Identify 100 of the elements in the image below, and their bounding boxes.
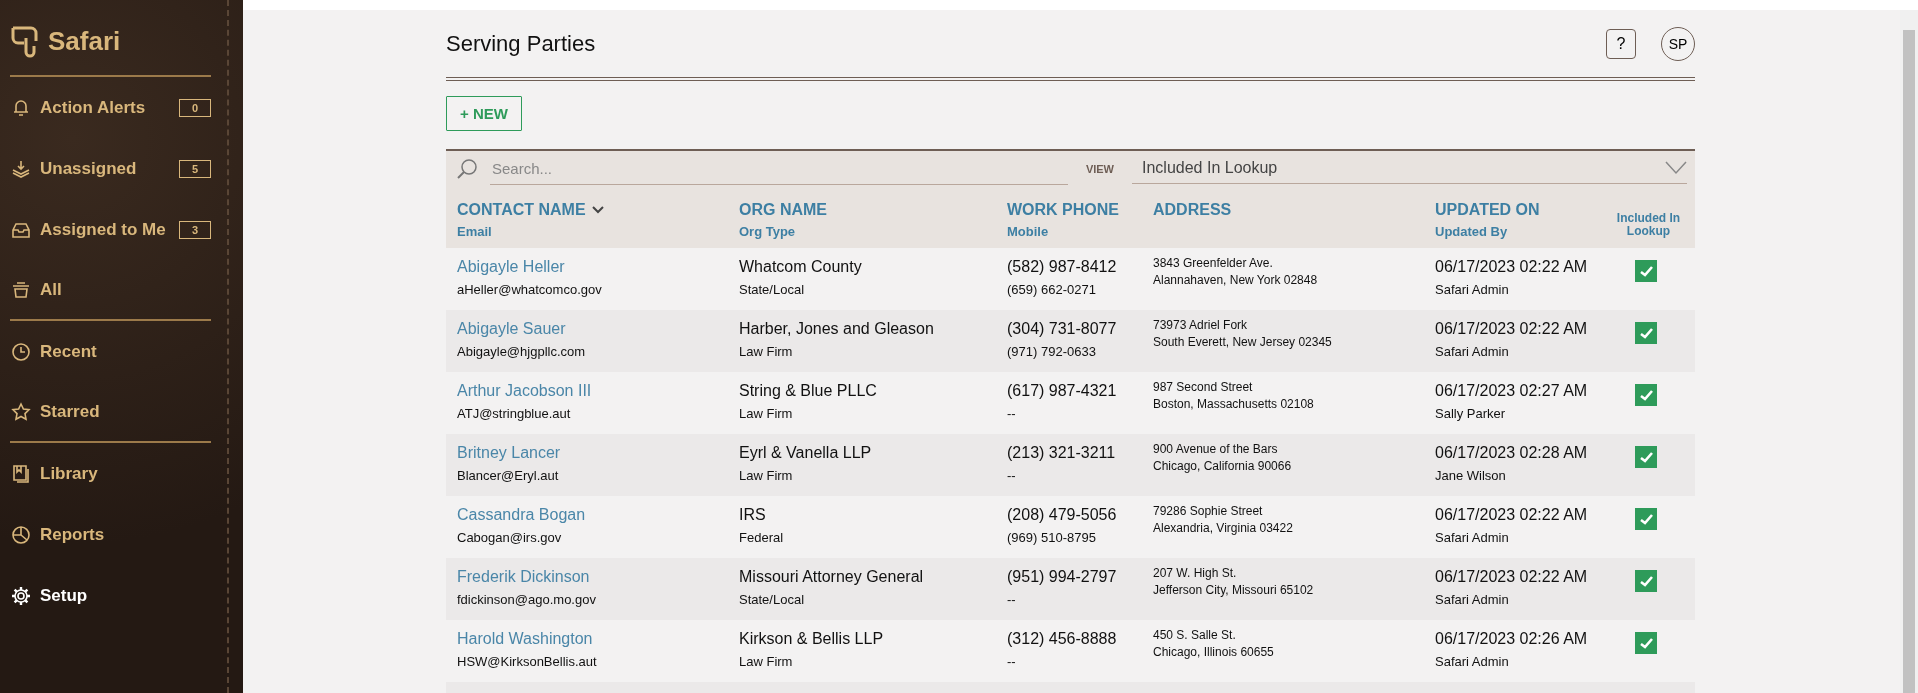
mobile-text: (971) 792-0633	[1007, 344, 1097, 359]
checkmark-icon	[1639, 451, 1653, 463]
column-subtitle: Updated By	[1435, 224, 1509, 239]
column-subtitle: Mobile	[1007, 224, 1050, 239]
sidebar-item[interactable]: Unassigned 5	[10, 138, 211, 199]
column-title: Included In Lookup	[1615, 212, 1682, 238]
column-subtitle: Email	[457, 224, 493, 239]
contact-name-link[interactable]: Abigayle Heller	[457, 258, 728, 276]
column-title: ORG NAME	[739, 201, 828, 219]
checkbox[interactable]	[1635, 322, 1657, 344]
email-text: Blancer@Eryl.aut	[457, 468, 560, 483]
checkbox[interactable]	[1635, 260, 1657, 282]
column-title: CONTACT NAME	[457, 201, 586, 219]
org-name-text: Kirkson & Bellis LLP	[739, 630, 885, 648]
org-type-text: State/Local	[739, 282, 806, 297]
address-line: Alexandria, Virginia 03422	[1153, 521, 1294, 535]
updated-date-text: 06/17/2023 02:26 AM	[1435, 630, 1589, 648]
checkbox[interactable]	[1635, 632, 1657, 654]
logo-text: Safari	[48, 25, 121, 57]
updated-date-text: 06/17/2023 02:22 AM	[1435, 568, 1589, 586]
checkmark-icon	[1639, 265, 1653, 277]
mobile-text: --	[1007, 468, 1017, 483]
contact-name-link[interactable]: Harold Washington	[457, 630, 728, 648]
email-text: Abigayle@hjgpllc.com	[457, 344, 587, 359]
checkbox[interactable]	[1635, 570, 1657, 592]
org-name-text: IRS	[739, 506, 767, 524]
checkbox[interactable]	[1635, 508, 1657, 530]
org-name-text: Missouri Attorney General	[739, 568, 925, 586]
sidebar-item[interactable]: Action Alerts 0	[10, 77, 211, 138]
contact-name-link[interactable]: Britney Lancer	[457, 444, 728, 462]
email-text: fdickinson@ago.mo.gov	[457, 592, 597, 607]
email-text: HSW@KirksonBellis.aut	[457, 654, 598, 669]
search-field[interactable]: Search...	[490, 152, 1068, 185]
mobile-text: --	[1007, 406, 1017, 421]
column-title: ADDRESS	[1153, 201, 1233, 219]
phone-text: (617) 987-4321	[1007, 382, 1118, 400]
sidebar-item[interactable]: Setup	[10, 565, 211, 626]
email-text: aHeller@whatcomco.gov	[457, 282, 603, 297]
page-title: Serving Parties	[446, 30, 597, 57]
phone-text: (304) 731-8077	[1007, 320, 1118, 338]
count-badge: 3	[179, 220, 211, 239]
column-header[interactable]: CONTACT NAME Email	[446, 186, 728, 248]
column-subtitle: Org Type	[739, 224, 797, 239]
contact-name-link[interactable]: Arthur Jacobson III	[457, 382, 728, 400]
updated-date-text: 06/17/2023 02:28 AM	[1435, 444, 1589, 462]
address-line: 73973 Adriel Fork	[1153, 318, 1249, 332]
address-line: 987 Second Street	[1153, 380, 1254, 394]
column-header[interactable]: WORK PHONE Mobile	[996, 186, 1142, 248]
nav-icon	[10, 584, 32, 607]
phone-text: (582) 987-8412	[1007, 258, 1118, 276]
updated-by-text: Sally Parker	[1435, 406, 1507, 421]
updated-date-text: 06/17/2023 02:27 AM	[1435, 382, 1589, 400]
org-type-text: Law Firm	[739, 406, 794, 421]
contact-name-link[interactable]: Cassandra Bogan	[457, 506, 728, 524]
search-icon	[456, 157, 478, 180]
column-header[interactable]: UPDATED ON Updated By	[1424, 186, 1602, 248]
updated-by-text: Safari Admin	[1435, 654, 1510, 669]
updated-date-text: 06/17/2023 02:22 AM	[1435, 258, 1589, 276]
address-line: Chicago, Illinois 60655	[1153, 645, 1275, 659]
checkmark-icon	[1639, 637, 1653, 649]
address-line: 3843 Greenfelder Ave.	[1153, 256, 1274, 270]
address-line: 450 S. Salle St.	[1153, 628, 1237, 642]
checkbox[interactable]	[1635, 384, 1657, 406]
updated-by-text: Safari Admin	[1435, 592, 1510, 607]
sidebar-item[interactable]: Recent	[10, 321, 211, 382]
address-line: South Everett, New Jersey 02345	[1153, 335, 1333, 349]
sidebar-item[interactable]: Reports	[10, 504, 211, 565]
checkmark-icon	[1639, 389, 1653, 401]
view-dropdown[interactable]: Included In Lookup	[1132, 153, 1687, 184]
sidebar-item[interactable]: Library	[10, 443, 211, 504]
mobile-text: (659) 662-0271	[1007, 282, 1097, 297]
org-name-text: Eyrl & Vanella LLP	[739, 444, 873, 462]
nav-icon	[10, 462, 32, 485]
sidebar-item[interactable]: Starred	[10, 382, 211, 441]
mobile-text: --	[1007, 654, 1017, 669]
nav-icon	[10, 340, 32, 363]
updated-by-text: Safari Admin	[1435, 344, 1510, 359]
contact-name-link[interactable]: Abigayle Sauer	[457, 320, 728, 338]
sidebar-item[interactable]: Assigned to Me 3	[10, 199, 211, 260]
address-line: Boston, Massachusetts 02108	[1153, 397, 1315, 411]
column-header[interactable]: ORG NAME Org Type	[728, 186, 996, 248]
phone-text: (213) 321-3211	[1007, 444, 1117, 462]
org-name-text: Whatcom County	[739, 258, 863, 276]
org-type-text: Law Firm	[739, 468, 794, 483]
org-name-text: String & Blue PLLC	[739, 382, 878, 400]
column-title: UPDATED ON	[1435, 201, 1541, 219]
org-type-text: Law Firm	[739, 654, 794, 669]
new-button[interactable]: + NEW	[446, 96, 522, 131]
contact-name-link[interactable]: Frederik Dickinson	[457, 568, 728, 586]
checkmark-icon	[1639, 327, 1653, 339]
checkbox[interactable]	[1635, 446, 1657, 468]
phone-text: (312) 456-8888	[1007, 630, 1118, 648]
column-header[interactable]: ADDRESS	[1142, 186, 1424, 248]
org-name-text: Harber, Jones and Gleason	[739, 320, 935, 338]
mobile-text: --	[1007, 592, 1017, 607]
updated-by-text: Safari Admin	[1435, 282, 1510, 297]
sidebar-item[interactable]: All	[10, 260, 211, 319]
checkmark-icon	[1639, 575, 1653, 587]
help-button[interactable]: ?	[1606, 28, 1636, 59]
email-text: Cabogan@irs.gov	[457, 530, 563, 545]
